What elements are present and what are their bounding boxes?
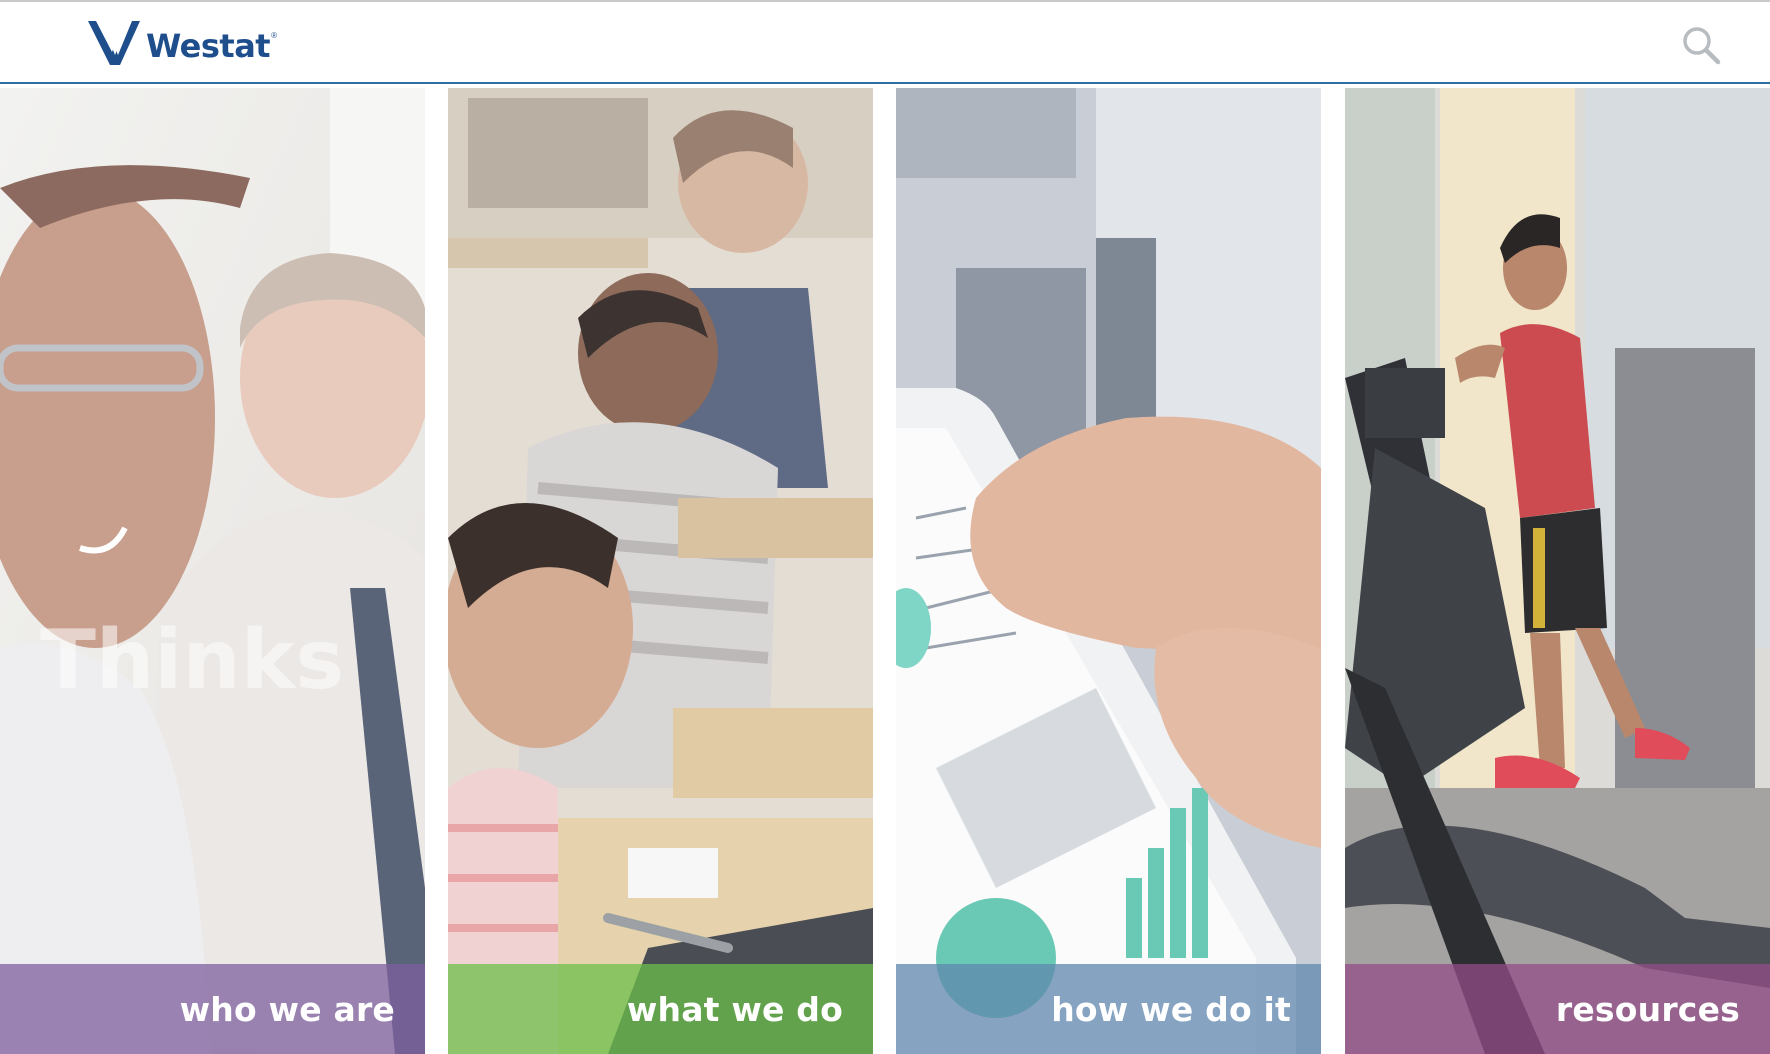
feature-panels: Thinks who we are what we do how we do i… [0, 88, 1770, 1054]
panel-label-who-we-are: who we are [0, 964, 425, 1054]
panel-label-how-we-do-it: how we do it [896, 964, 1321, 1054]
search-icon [1683, 27, 1721, 65]
panel-label-what-we-do: what we do [448, 964, 873, 1054]
two-colleagues-office-photo: Thinks [0, 88, 425, 1054]
westat-logo-icon [88, 21, 140, 65]
photo-watermark: Thinks [40, 613, 344, 708]
panel-who-we-are[interactable]: Thinks who we are [0, 88, 425, 1054]
registered-mark: ® [271, 30, 277, 40]
panel-what-we-do[interactable]: what we do [448, 88, 873, 1054]
hands-tablet-charts-photo [896, 88, 1321, 1054]
panel-how-we-do-it[interactable]: how we do it [896, 88, 1321, 1054]
man-gym-elliptical-photo [1345, 88, 1770, 1054]
search-button[interactable] [1680, 24, 1724, 68]
panel-label-resources: resources [1345, 964, 1770, 1054]
panel-resources[interactable]: resources [1345, 88, 1770, 1054]
westat-logo-link[interactable]: Westat ® [88, 18, 277, 68]
students-classroom-laptops-photo [448, 88, 873, 1054]
logo-text: Westat [146, 27, 271, 65]
site-header: Westat ® [0, 2, 1770, 84]
